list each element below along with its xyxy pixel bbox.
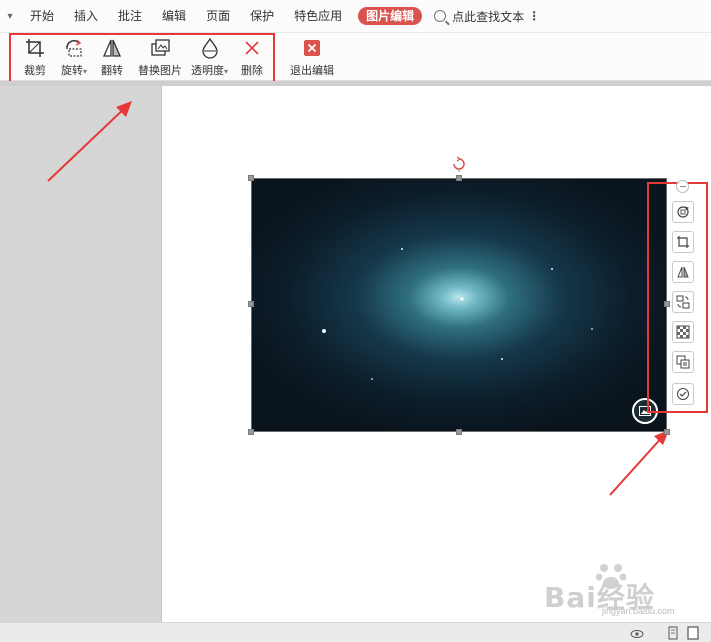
rotate-button[interactable]: 旋转▾ xyxy=(61,37,87,78)
page-view-icon[interactable] xyxy=(686,626,700,640)
exit-edit-label: 退出编辑 xyxy=(290,65,334,77)
watermark-url: jingyan.baidu.com xyxy=(602,606,675,616)
chevron-down-icon: ▾ xyxy=(83,67,88,76)
side-crop-button[interactable] xyxy=(672,231,694,253)
rotate-label: 旋转▾ xyxy=(61,62,87,78)
exit-edit-icon xyxy=(304,40,320,56)
replace-image-button[interactable]: 替换图片 xyxy=(138,37,182,78)
flip-button[interactable]: 翻转 xyxy=(101,37,123,78)
side-rotate-image-button[interactable] xyxy=(672,201,694,223)
transparency-label-text: 透明度 xyxy=(191,65,224,77)
menu-tab-protect[interactable]: 保护 xyxy=(240,0,284,33)
watermark: Bai经验 jingyan.baidu.com xyxy=(544,562,704,616)
annotation-arrow-top xyxy=(47,101,132,182)
replace-icon xyxy=(676,295,690,309)
selected-image[interactable] xyxy=(251,178,667,432)
resize-handle-n[interactable] xyxy=(456,175,462,181)
search-label: 点此查找文本 xyxy=(452,9,525,24)
confirm-icon xyxy=(677,388,689,400)
menu-bar: ▾ 开始 插入 批注 编辑 页面 保护 特色应用 图片编辑 点此查找文本 ⋮ xyxy=(0,0,711,33)
menu-chevron-icon[interactable]: ▾ xyxy=(0,11,20,22)
resize-handle-w[interactable] xyxy=(248,301,254,307)
single-page-view-icon[interactable] xyxy=(666,626,680,640)
flip-icon xyxy=(103,39,121,57)
transparency-icon xyxy=(676,325,690,339)
transparency-label: 透明度▾ xyxy=(191,62,228,78)
delete-button[interactable]: 删除 xyxy=(241,37,263,78)
resize-handle-s[interactable] xyxy=(456,429,462,435)
menu-tab-image-edit[interactable]: 图片编辑 xyxy=(358,7,423,25)
crop-icon xyxy=(677,236,689,248)
flip-icon xyxy=(677,266,689,278)
rotate-image-icon xyxy=(677,206,689,218)
more-icon[interactable]: ⋮ xyxy=(528,9,540,23)
search-icon xyxy=(434,10,447,22)
flip-label: 翻转 xyxy=(101,65,123,77)
menu-tab-page[interactable]: 页面 xyxy=(196,0,240,33)
transparency-button[interactable]: 透明度▾ xyxy=(191,37,228,78)
search-box[interactable]: 点此查找文本 ⋮ xyxy=(434,8,540,25)
menu-tab-edit[interactable]: 编辑 xyxy=(152,0,196,33)
side-flip-button[interactable] xyxy=(672,261,694,283)
side-transparency-button[interactable] xyxy=(672,321,694,343)
status-bar xyxy=(0,622,711,642)
menu-tab-comment[interactable]: 批注 xyxy=(108,0,152,33)
collapse-minus-icon[interactable] xyxy=(676,180,689,193)
chevron-down-icon: ▾ xyxy=(224,67,229,76)
delete-icon xyxy=(245,41,259,55)
transparency-icon xyxy=(201,37,218,59)
side-confirm-button[interactable] xyxy=(672,383,694,405)
rotate-icon xyxy=(66,39,82,57)
rotate-label-text: 旋转 xyxy=(61,65,83,77)
ocr-icon xyxy=(676,355,690,369)
delete-label: 删除 xyxy=(241,65,263,77)
eye-icon[interactable] xyxy=(630,626,644,640)
menu-tab-insert[interactable]: 插入 xyxy=(64,0,108,33)
side-ocr-button[interactable] xyxy=(672,351,694,373)
resize-handle-se[interactable] xyxy=(664,429,670,435)
crop-label: 裁剪 xyxy=(24,65,46,77)
menu-tab-features[interactable]: 特色应用 xyxy=(284,0,352,33)
ribbon-toolbar: 裁剪 旋转▾ 翻转 替换图片 透明度▾ 删除 退出编辑 xyxy=(0,33,711,85)
resize-handle-sw[interactable] xyxy=(248,429,254,435)
resize-handle-nw[interactable] xyxy=(248,175,254,181)
crop-icon xyxy=(26,39,44,57)
exit-edit-button[interactable]: 退出编辑 xyxy=(290,37,334,78)
galaxy-image xyxy=(252,179,666,431)
rotate-handle-icon[interactable] xyxy=(451,156,467,172)
replace-image-icon xyxy=(151,39,170,56)
crop-button[interactable]: 裁剪 xyxy=(24,37,46,78)
menu-tab-start[interactable]: 开始 xyxy=(20,0,64,33)
side-replace-button[interactable] xyxy=(672,291,694,313)
annotation-arrow-bottom xyxy=(609,430,669,496)
replace-image-label: 替换图片 xyxy=(138,65,182,77)
